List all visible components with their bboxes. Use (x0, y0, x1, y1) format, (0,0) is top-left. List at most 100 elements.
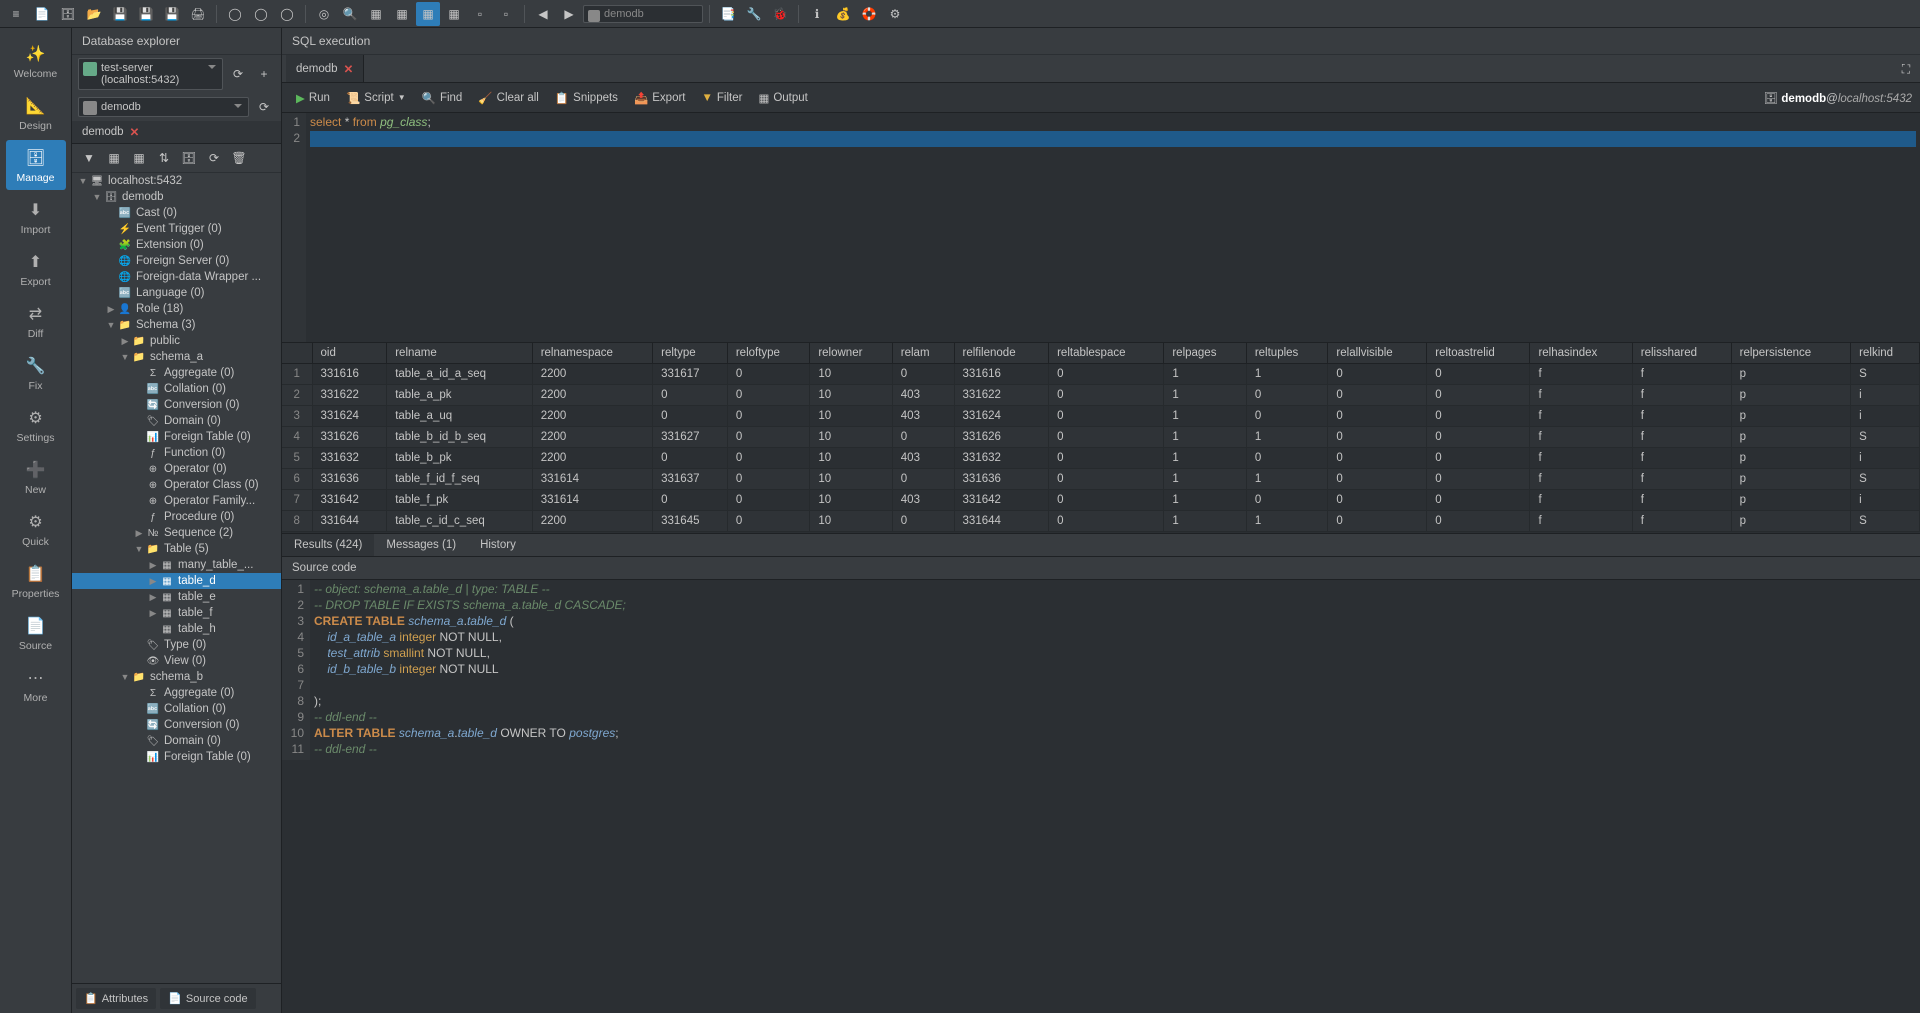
tree-item-schema_b[interactable]: 📁schema_b (72, 669, 281, 685)
expand-icon[interactable]: ▦ (128, 147, 150, 169)
tree-item-event_trigger[interactable]: ⚡Event Trigger (0) (72, 221, 281, 237)
tree-item-table_f[interactable]: ▦table_f (72, 605, 281, 621)
nav-fix[interactable]: 🔧Fix (6, 348, 66, 398)
db-selector[interactable]: demodb (583, 5, 703, 23)
col-reltoastrelid[interactable]: reltoastrelid (1427, 343, 1530, 364)
run-button[interactable]: ▶Run (290, 87, 336, 109)
tree-item-fdw[interactable]: 🌐Foreign-data Wrapper ... (72, 269, 281, 285)
table-row[interactable]: 4331626table_b_id_b_seq22003316270100331… (282, 427, 1920, 448)
tree-item-operator_class[interactable]: ⊕Operator Class (0) (72, 477, 281, 493)
settings-icon[interactable]: ⚙ (883, 2, 907, 26)
nav-design[interactable]: 📐Design (6, 88, 66, 138)
sql-tab[interactable]: demodb✕ (286, 55, 364, 82)
refresh-server-icon[interactable]: ⟳ (227, 63, 249, 85)
chevron-icon[interactable] (120, 672, 130, 682)
chevron-icon[interactable] (106, 320, 116, 330)
tool2-icon[interactable]: 🔧 (742, 2, 766, 26)
table-row[interactable]: 3331624table_a_uq2200001040333162401000f… (282, 406, 1920, 427)
find-button[interactable]: 🔍Find (416, 87, 469, 109)
table-row[interactable]: 8331644table_c_id_c_seq22003316450100331… (282, 511, 1920, 532)
tree-item-domain[interactable]: 🏷Domain (0) (72, 413, 281, 429)
nav-source[interactable]: 📄Source (6, 608, 66, 658)
attributes-button[interactable]: 📋 Attributes (76, 988, 156, 1009)
tab-messages[interactable]: Messages (1) (374, 534, 468, 556)
chevron-icon[interactable] (78, 176, 88, 186)
grid1-icon[interactable]: ▦ (364, 2, 388, 26)
chevron-icon[interactable] (106, 304, 116, 315)
tree-item-view[interactable]: 👁View (0) (72, 653, 281, 669)
export-button[interactable]: 📤Export (628, 87, 692, 109)
tree-item-operator_family[interactable]: ⊕Operator Family... (72, 493, 281, 509)
chevron-icon[interactable] (148, 608, 158, 619)
col-reloftype[interactable]: reloftype (727, 343, 809, 364)
script-button[interactable]: 📜Script▼ (340, 87, 412, 109)
col-relnamespace[interactable]: relnamespace (532, 343, 652, 364)
col-relname[interactable]: relname (387, 343, 532, 364)
tree-item-procedure[interactable]: ƒProcedure (0) (72, 509, 281, 525)
tree-item-b_conversion[interactable]: 🔄Conversion (0) (72, 717, 281, 733)
chevron-icon[interactable] (134, 528, 144, 539)
new-file-icon[interactable]: 📄 (30, 2, 54, 26)
output-button[interactable]: ▦Output (752, 87, 813, 109)
col-reltuples[interactable]: reltuples (1246, 343, 1328, 364)
tree-item-table_h[interactable]: ▦table_h (72, 621, 281, 637)
tree-item-public[interactable]: 📁public (72, 333, 281, 349)
open-icon[interactable]: 📂 (82, 2, 106, 26)
tree-item-function[interactable]: ƒFunction (0) (72, 445, 281, 461)
snippets-button[interactable]: 📋Snippets (549, 87, 624, 109)
tree-item-b_domain[interactable]: 🏷Domain (0) (72, 733, 281, 749)
nav-export[interactable]: ⬆Export (6, 244, 66, 294)
db-tree[interactable]: 🖥localhost:5432🗄demodb🔤Cast (0)⚡Event Tr… (72, 173, 281, 983)
table-row[interactable]: 2331622table_a_pk2200001040333162201000f… (282, 385, 1920, 406)
grid2-icon[interactable]: ▦ (390, 2, 414, 26)
tree-item-b_foreign_table[interactable]: 📊Foreign Table (0) (72, 749, 281, 765)
tree-item-aggregate[interactable]: ΣAggregate (0) (72, 365, 281, 381)
sort-icon[interactable]: ⇅ (153, 147, 175, 169)
col-relam[interactable]: relam (892, 343, 954, 364)
chevron-icon[interactable] (148, 576, 158, 587)
new-db-icon[interactable]: 🗄 (56, 2, 80, 26)
results-grid-wrap[interactable]: oidrelnamerelnamespacereltypereloftypere… (282, 343, 1920, 533)
nav-import[interactable]: ⬇Import (6, 192, 66, 242)
col-reltablespace[interactable]: reltablespace (1049, 343, 1164, 364)
nav-quick[interactable]: ⚙Quick (6, 504, 66, 554)
nav-diff[interactable]: ⇄Diff (6, 296, 66, 346)
layout1-icon[interactable]: ▫ (468, 2, 492, 26)
nav-manage[interactable]: 🗄Manage (6, 140, 66, 190)
col-relallvisible[interactable]: relallvisible (1328, 343, 1427, 364)
table-row[interactable]: 5331632table_b_pk2200001040333163201000f… (282, 448, 1920, 469)
tree-item-foreign_table[interactable]: 📊Foreign Table (0) (72, 429, 281, 445)
save-as-icon[interactable]: 💾 (134, 2, 158, 26)
info-icon[interactable]: ℹ (805, 2, 829, 26)
col-oid[interactable]: oid (312, 343, 387, 364)
prev-icon[interactable]: ◀ (531, 2, 555, 26)
chevron-icon[interactable] (134, 544, 144, 554)
col-relfilenode[interactable]: relfilenode (954, 343, 1049, 364)
nav-properties[interactable]: 📋Properties (6, 556, 66, 606)
tree-item-sequence[interactable]: №Sequence (2) (72, 525, 281, 541)
tree-item-conversion[interactable]: 🔄Conversion (0) (72, 397, 281, 413)
tree-item-many_table[interactable]: ▦many_table_... (72, 557, 281, 573)
explorer-tab[interactable]: demodb✕ (72, 121, 281, 144)
tree-item-foreign_server[interactable]: 🌐Foreign Server (0) (72, 253, 281, 269)
code-area[interactable]: select * from pg_class; (306, 113, 1920, 342)
chevron-icon[interactable] (120, 352, 130, 362)
next-icon[interactable]: ▶ (557, 2, 581, 26)
table-row[interactable]: 6331636table_f_id_f_seq33161433163701003… (282, 469, 1920, 490)
filter-icon[interactable]: ▼ (78, 147, 100, 169)
tree-item-operator[interactable]: ⊕Operator (0) (72, 461, 281, 477)
help-icon[interactable]: 💰 (831, 2, 855, 26)
trash-icon[interactable]: 🗑 (228, 147, 250, 169)
col-relhasindex[interactable]: relhasindex (1530, 343, 1632, 364)
undo-icon[interactable]: ◯ (223, 2, 247, 26)
toolbar-db-icon[interactable]: 🗄 (178, 147, 200, 169)
table-row[interactable]: 1331616table_a_id_a_seq22003316170100331… (282, 364, 1920, 385)
layout2-icon[interactable]: ▫ (494, 2, 518, 26)
database-selector[interactable]: demodb (78, 97, 249, 117)
grid4-icon[interactable]: ▦ (442, 2, 466, 26)
chevron-icon[interactable] (148, 592, 158, 603)
chevron-icon[interactable] (92, 192, 102, 202)
tree-item-db[interactable]: 🗄demodb (72, 189, 281, 205)
refresh-tree-icon[interactable]: ⟳ (203, 147, 225, 169)
clear-button[interactable]: 🧹Clear all (472, 87, 545, 109)
